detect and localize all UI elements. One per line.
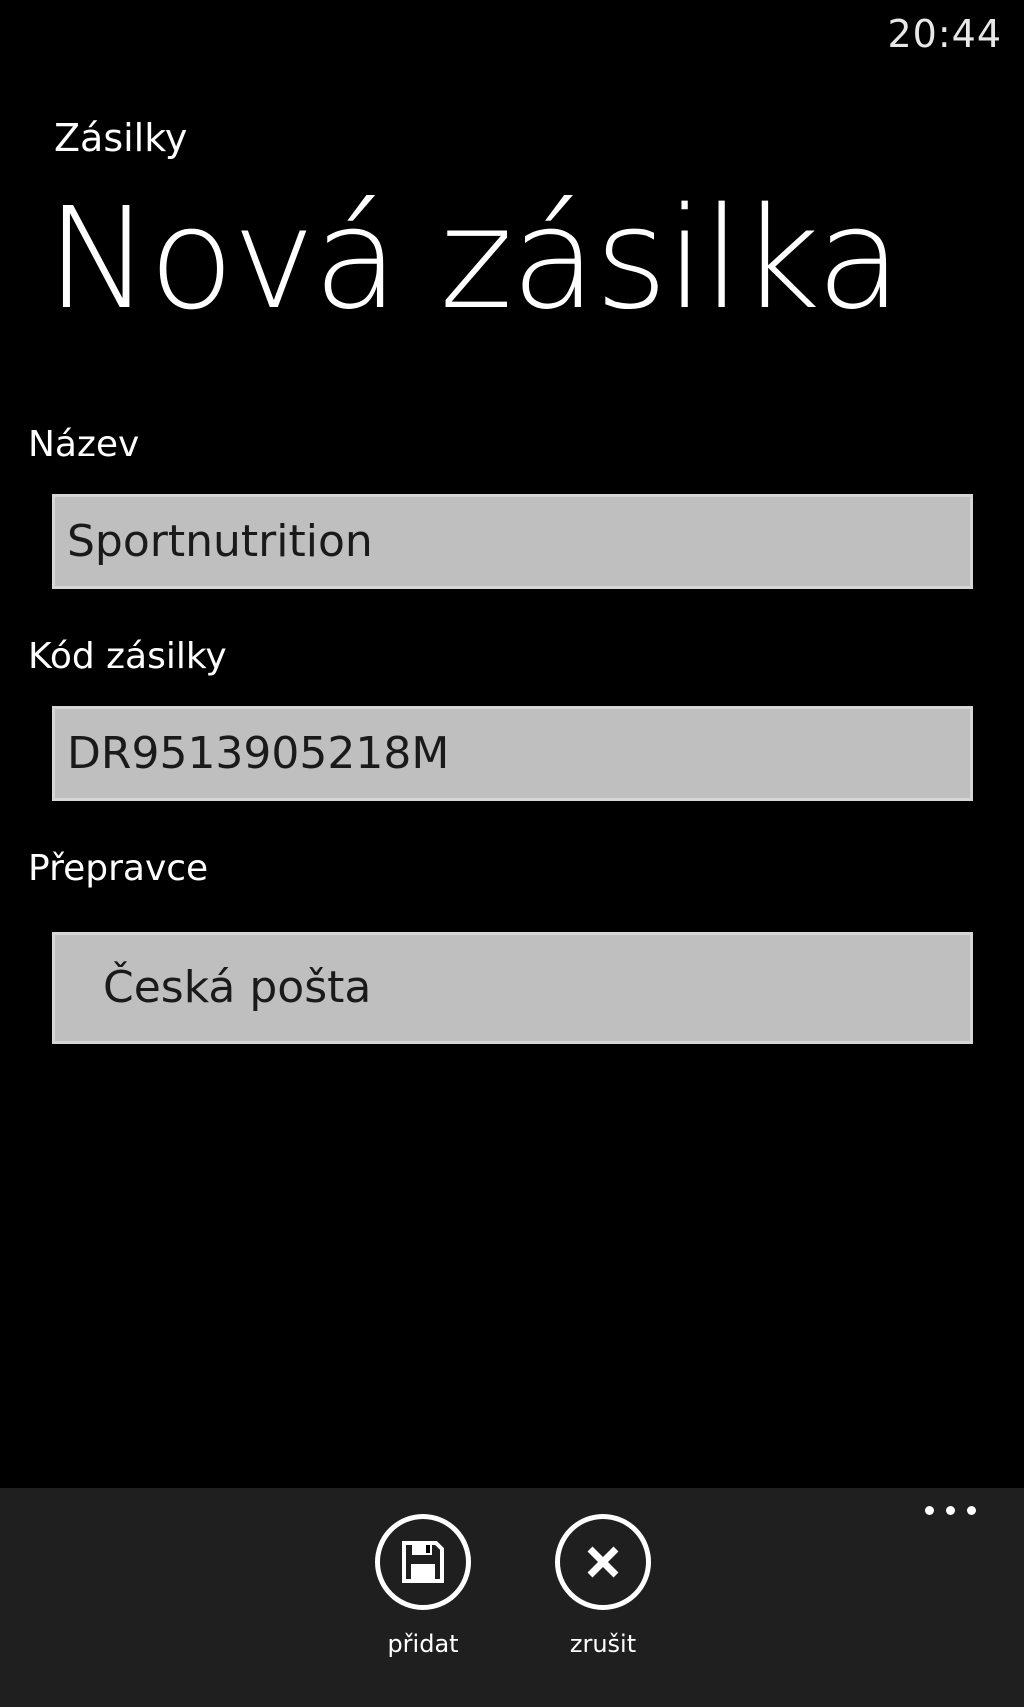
cancel-button-label: zrušit: [569, 1630, 637, 1658]
add-button[interactable]: přidat: [343, 1514, 503, 1658]
name-label: Název: [28, 424, 140, 465]
close-icon[interactable]: [555, 1514, 651, 1610]
cancel-button[interactable]: zrušit: [523, 1514, 683, 1658]
page-title: Nová zásilka: [46, 178, 902, 341]
name-input[interactable]: Sportnutrition: [52, 494, 973, 589]
save-icon[interactable]: [375, 1514, 471, 1610]
ellipsis-icon[interactable]: [925, 1506, 976, 1515]
code-input[interactable]: DR9513905218M: [52, 706, 973, 801]
carrier-picker[interactable]: Česká pošta: [52, 932, 973, 1044]
app-bar: přidat zrušit: [0, 1488, 1024, 1707]
carrier-label: Přepravce: [28, 848, 209, 889]
code-label: Kód zásilky: [28, 636, 227, 677]
status-clock: 20:44: [887, 12, 1002, 56]
add-button-label: přidat: [387, 1630, 459, 1658]
app-title: Zásilky: [54, 116, 188, 160]
